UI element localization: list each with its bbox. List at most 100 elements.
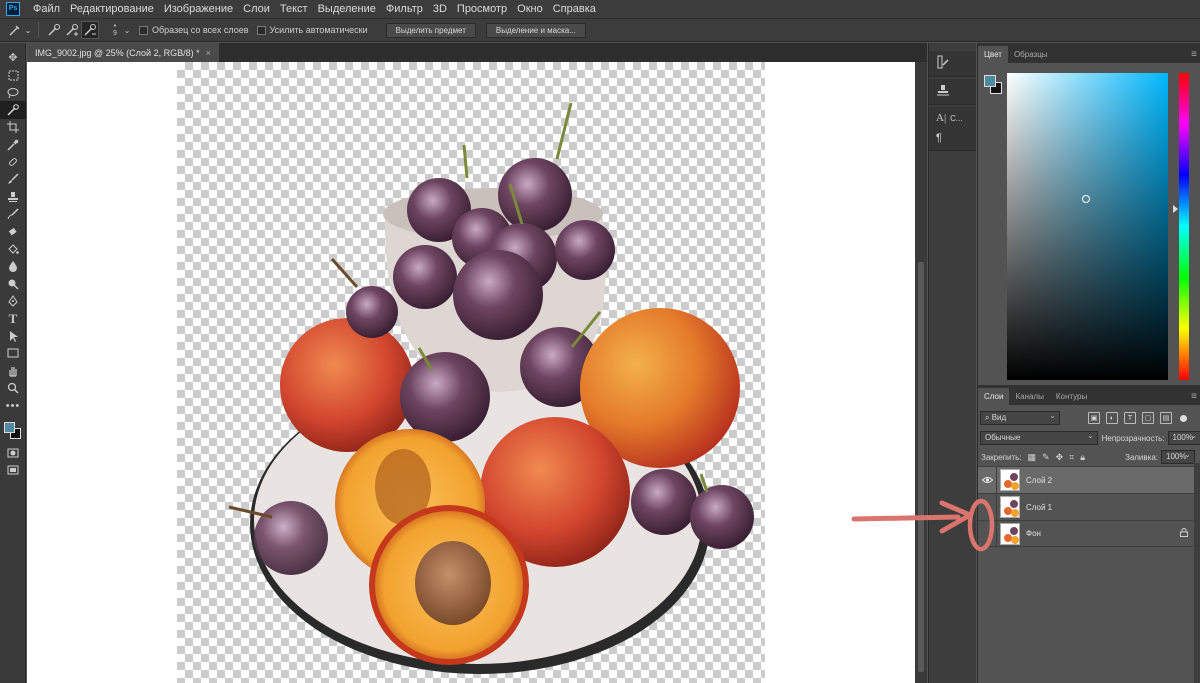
crop-icon[interactable]: [0, 119, 26, 136]
adjustment-filter-icon[interactable]: ◐: [1106, 412, 1118, 424]
panel-menu-icon[interactable]: ≡: [1191, 388, 1197, 405]
color-picker-cursor[interactable]: [1082, 195, 1090, 203]
paint-bucket-icon[interactable]: [0, 240, 26, 257]
dodge-icon[interactable]: [0, 275, 26, 292]
checkbox-box[interactable]: [256, 25, 266, 35]
brush-size-picker[interactable]: • 9: [107, 21, 123, 39]
color-field[interactable]: [1007, 73, 1168, 380]
marquee-icon[interactable]: [0, 66, 26, 83]
smart-object-filter-icon[interactable]: ▤: [1160, 412, 1172, 424]
new-selection-brush-icon[interactable]: [45, 21, 63, 39]
thumb-peach: [1011, 509, 1019, 517]
tool-preset-icon[interactable]: [6, 21, 24, 39]
preset-dropdown-icon[interactable]: ⌄: [24, 21, 32, 39]
path-selection-icon[interactable]: [0, 327, 26, 344]
pen-icon[interactable]: [0, 292, 26, 309]
clone-source-icon[interactable]: [929, 79, 976, 101]
layer-thumbnail[interactable]: [1000, 496, 1020, 518]
layer-name[interactable]: Слой 2: [1026, 476, 1052, 485]
foreground-color-swatch[interactable]: [4, 422, 15, 434]
menu-image[interactable]: Изображение: [159, 3, 238, 15]
document-canvas[interactable]: [177, 62, 765, 683]
zoom-icon[interactable]: [0, 379, 26, 396]
document-tab[interactable]: IMG_9002.jpg @ 25% (Слой 2, RGB/8) * ×: [27, 43, 219, 62]
tab-swatches[interactable]: Образцы: [1008, 46, 1054, 63]
eye-icon[interactable]: [978, 466, 997, 494]
more-tools-icon[interactable]: •••: [0, 397, 26, 414]
clone-stamp-icon[interactable]: [0, 188, 26, 205]
history-brush-icon[interactable]: [0, 206, 26, 223]
menu-select[interactable]: Выделение: [313, 3, 381, 15]
auto-enhance-label: Усилить автоматически: [269, 25, 368, 35]
color-swatches[interactable]: [0, 418, 26, 444]
layer-thumbnail[interactable]: [1000, 469, 1020, 491]
blur-icon[interactable]: [0, 258, 26, 275]
menu-filter[interactable]: Фильтр: [381, 3, 428, 15]
lock-artboard-icon[interactable]: ⌗: [1069, 452, 1074, 463]
layer-filter-kind-dropdown[interactable]: ⌕ Вид: [980, 410, 1060, 425]
menu-window[interactable]: Окно: [512, 3, 548, 15]
tab-layers[interactable]: Слои: [978, 388, 1010, 405]
layer-name[interactable]: Слой 1: [1026, 503, 1052, 512]
layer-thumbnail[interactable]: [1000, 522, 1020, 545]
filter-toggle-icon[interactable]: [1180, 414, 1187, 422]
layer-row[interactable]: Слой 1: [978, 493, 1194, 521]
select-subject-button[interactable]: Выделить предмет: [385, 22, 476, 38]
history-brush-icon[interactable]: [929, 51, 976, 73]
hue-slider-arrow-icon[interactable]: [1173, 205, 1178, 213]
canvas-area[interactable]: [27, 62, 915, 683]
opacity-field[interactable]: 100%: [1167, 430, 1200, 445]
menu-file[interactable]: Файл: [28, 3, 65, 15]
move-icon[interactable]: ✥: [0, 49, 26, 66]
menu-help[interactable]: Справка: [548, 3, 601, 15]
subtract-selection-brush-icon[interactable]: [81, 21, 99, 39]
tab-color[interactable]: Цвет: [978, 46, 1008, 63]
vertical-scrollbar[interactable]: [915, 62, 927, 683]
foreground-color-chip[interactable]: [984, 75, 996, 87]
paragraph-icon[interactable]: ¶: [929, 129, 976, 147]
brush-dropdown-icon[interactable]: ⌄: [123, 21, 131, 39]
lock-image-icon[interactable]: ✎: [1042, 452, 1050, 463]
blend-mode-dropdown[interactable]: Обычные: [980, 430, 1098, 445]
type-filter-icon[interactable]: T: [1124, 412, 1136, 424]
layers-scrollbar[interactable]: [1194, 463, 1200, 683]
type-icon[interactable]: T: [0, 310, 26, 327]
auto-enhance-checkbox[interactable]: Усилить автоматически: [256, 25, 368, 35]
eyedropper-icon[interactable]: [0, 136, 26, 153]
lock-all-icon[interactable]: 🔒︎: [1080, 452, 1085, 463]
hue-slider[interactable]: [1179, 73, 1189, 380]
layer-name[interactable]: Фон: [1026, 529, 1041, 538]
select-and-mask-button[interactable]: Выделение и маска...: [485, 22, 586, 38]
menu-view[interactable]: Просмотр: [452, 3, 512, 15]
shape-filter-icon[interactable]: ▢: [1142, 412, 1154, 424]
layer-row[interactable]: Слой 2: [978, 466, 1194, 494]
hand-icon[interactable]: [0, 362, 26, 379]
close-icon[interactable]: ×: [206, 48, 211, 58]
rectangle-icon[interactable]: [0, 345, 26, 362]
menu-3d[interactable]: 3D: [428, 3, 452, 15]
lock-position-icon[interactable]: ✥: [1056, 452, 1064, 463]
fill-field[interactable]: 100%: [1161, 449, 1195, 464]
blend-row: Обычные Непрозрачность: 100%: [978, 430, 1200, 446]
healing-brush-icon[interactable]: [0, 153, 26, 170]
checkbox-box[interactable]: [139, 25, 148, 35]
lasso-icon[interactable]: [0, 84, 26, 101]
scrollbar-thumb[interactable]: [918, 262, 924, 672]
brush-icon[interactable]: [0, 171, 26, 188]
quick-mask-icon[interactable]: [0, 444, 26, 461]
tab-channels[interactable]: Каналы: [1009, 388, 1049, 405]
menu-edit[interactable]: Редактирование: [65, 3, 159, 15]
quick-selection-icon[interactable]: [0, 101, 26, 119]
eraser-icon[interactable]: [0, 223, 26, 240]
add-selection-brush-icon[interactable]: [63, 21, 81, 39]
screen-mode-icon[interactable]: [0, 462, 26, 479]
tab-paths[interactable]: Контуры: [1050, 388, 1093, 405]
menu-layers[interactable]: Слои: [238, 3, 275, 15]
sample-all-layers-checkbox[interactable]: Образец со всех слоев: [139, 25, 249, 35]
panel-menu-icon[interactable]: ≡: [1191, 46, 1197, 63]
pixel-filter-icon[interactable]: ▣: [1088, 412, 1100, 424]
character-panel-button[interactable]: A| С...: [929, 107, 976, 129]
lock-transparent-icon[interactable]: ▦: [1028, 452, 1037, 463]
layer-row[interactable]: Фон: [978, 520, 1194, 547]
menu-type[interactable]: Текст: [275, 3, 313, 15]
